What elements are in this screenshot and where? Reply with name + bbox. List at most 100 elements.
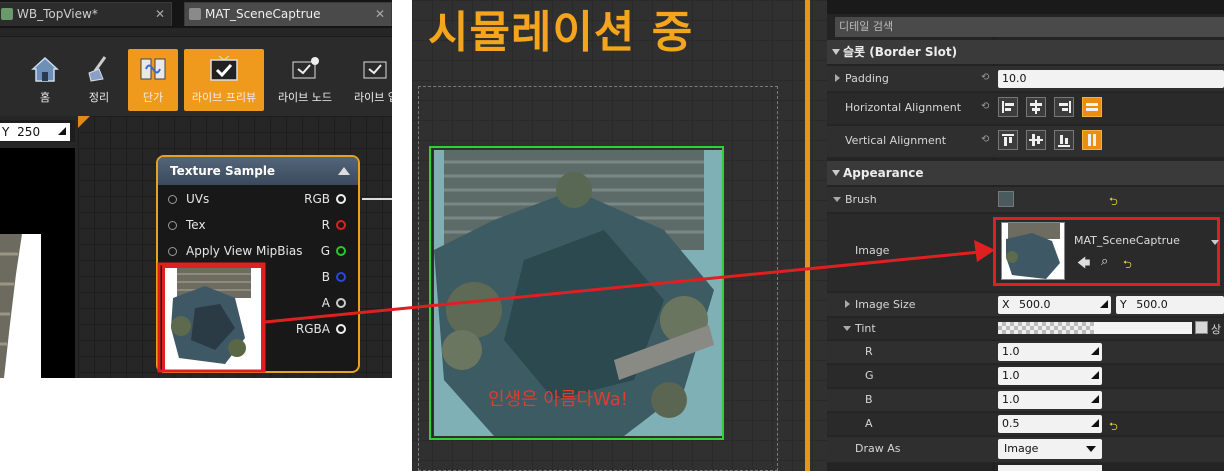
drag-corner-icon bbox=[1091, 371, 1099, 379]
rgb-output-label: RGB bbox=[304, 192, 330, 206]
tint-r-field[interactable]: 1.0 bbox=[998, 343, 1102, 361]
viewport-y-field[interactable]: Y 250 bbox=[0, 123, 70, 141]
g-output-label: G bbox=[320, 244, 330, 258]
padding-row: Padding ⟲ 10.0 bbox=[827, 66, 1224, 92]
tint-row: Tint 상 bbox=[827, 318, 1224, 340]
appearance-category-header[interactable]: Appearance bbox=[827, 161, 1224, 185]
rgba-output-label: RGBA bbox=[295, 322, 330, 336]
texture-sample-node[interactable]: Texture Sample UVs Tex Apply View MipBia… bbox=[156, 155, 360, 373]
uvs-input-pin[interactable] bbox=[168, 195, 177, 204]
close-icon[interactable]: ✕ bbox=[375, 3, 385, 25]
expand-arrow-icon[interactable] bbox=[843, 326, 851, 331]
tv-check-icon bbox=[210, 55, 238, 81]
align-vfill-button[interactable] bbox=[1082, 130, 1102, 150]
uvs-input-label: UVs bbox=[186, 192, 210, 206]
b-output-pin[interactable] bbox=[336, 272, 346, 282]
align-right-button[interactable] bbox=[1054, 97, 1074, 117]
drag-corner-icon bbox=[1100, 300, 1108, 308]
image-row: Image MAT_SceneCaptrue 🡄 ⌕ ⮌ bbox=[827, 214, 1224, 292]
asset-combo-arrow-icon[interactable] bbox=[1211, 240, 1219, 245]
reset-icon[interactable]: ⟲ bbox=[981, 101, 989, 112]
mipbias-input-label: Apply View MipBias bbox=[186, 244, 303, 258]
image-asset-name: MAT_SceneCaptrue bbox=[1074, 234, 1180, 247]
home-button[interactable]: 홈 bbox=[20, 49, 70, 111]
mipbias-input-pin[interactable] bbox=[168, 247, 177, 256]
reset-icon[interactable]: ⟲ bbox=[981, 134, 989, 145]
update-tv-icon bbox=[363, 61, 387, 79]
tab-wb-topview[interactable]: WB_TopView* ✕ bbox=[0, 2, 172, 26]
draw-as-dropdown[interactable]: Image bbox=[998, 439, 1102, 459]
tex-input-pin[interactable] bbox=[168, 221, 177, 230]
a-output-label: A bbox=[321, 296, 330, 310]
resize-corner-icon bbox=[58, 127, 66, 135]
tint-color-bar[interactable] bbox=[1094, 322, 1192, 334]
align-fill-button[interactable] bbox=[1082, 97, 1102, 117]
cleanup-button[interactable]: 정리 bbox=[74, 49, 124, 111]
reset-to-default-icon[interactable]: ⮌ bbox=[1109, 418, 1118, 437]
live-nodes-button[interactable]: 라이브 노드 bbox=[272, 49, 338, 111]
widget-blueprint-icon bbox=[1, 8, 13, 20]
canvas-boundary-bar bbox=[805, 0, 810, 471]
expand-arrow-icon[interactable] bbox=[835, 74, 840, 82]
browse-asset-search-icon[interactable]: ⌕ bbox=[1101, 254, 1108, 269]
close-icon[interactable]: ✕ bbox=[155, 3, 165, 25]
expand-arrow-icon[interactable] bbox=[845, 300, 850, 308]
r-output-pin[interactable] bbox=[336, 220, 346, 230]
tint-a-row: A 0.5 ⮌ bbox=[827, 413, 1224, 436]
details-search-input[interactable]: 디테일 검색 bbox=[835, 17, 1224, 37]
live-preview-button[interactable]: 라이브 프리뷰 bbox=[184, 49, 264, 111]
use-selected-asset-icon[interactable]: 🡄 bbox=[1077, 254, 1090, 276]
reset-to-default-icon[interactable]: ⮌ bbox=[1109, 193, 1118, 212]
live-update-button[interactable]: 라이브 업 bbox=[346, 49, 392, 111]
align-center-button[interactable] bbox=[1026, 97, 1046, 117]
connectors-button[interactable]: 단가 bbox=[128, 49, 178, 111]
tint-color-swatch[interactable] bbox=[998, 322, 1094, 334]
tab-bar: WB_TopView* ✕ MAT_SceneCaptrue ✕ bbox=[0, 0, 392, 28]
tint-a-field[interactable]: 0.5 bbox=[998, 415, 1102, 433]
image-size-x-field[interactable]: X 500.0 bbox=[998, 296, 1111, 314]
reset-icon[interactable]: ⟲ bbox=[981, 72, 989, 83]
tint-checkbox[interactable] bbox=[1195, 321, 1208, 334]
image-size-row: Image Size X 500.0 Y 500.0 bbox=[827, 293, 1224, 317]
g-output-pin[interactable] bbox=[336, 246, 346, 256]
a-output-pin[interactable] bbox=[336, 298, 346, 308]
halign-buttons bbox=[998, 97, 1108, 119]
node-tv-icon bbox=[292, 57, 319, 79]
expand-arrow-icon[interactable] bbox=[833, 197, 841, 202]
tint-b-field[interactable]: 1.0 bbox=[998, 391, 1102, 409]
align-middle-button[interactable] bbox=[1026, 130, 1046, 150]
align-left-button[interactable] bbox=[998, 97, 1018, 117]
padding-field[interactable]: 10.0 bbox=[998, 70, 1224, 88]
details-topbar bbox=[827, 0, 1224, 14]
horizontal-alignment-row: Horizontal Alignment ⟲ bbox=[827, 93, 1224, 125]
tint-b-row: B 1.0 bbox=[827, 389, 1224, 412]
vertical-alignment-row: Vertical Alignment ⟲ bbox=[827, 126, 1224, 158]
align-top-button[interactable] bbox=[998, 130, 1018, 150]
simulating-title: 시뮬레이션 중 bbox=[428, 7, 694, 58]
align-bottom-button[interactable] bbox=[1054, 130, 1074, 150]
r-output-label: R bbox=[321, 218, 330, 232]
drag-corner-icon bbox=[1091, 395, 1099, 403]
tint-r-row: R 1.0 bbox=[827, 341, 1224, 364]
collapse-icon[interactable] bbox=[338, 167, 350, 175]
chevron-down-icon bbox=[1086, 446, 1096, 452]
reset-to-default-icon[interactable]: ⮌ bbox=[1123, 256, 1132, 275]
image-size-y-field[interactable]: Y 500.0 bbox=[1116, 296, 1224, 314]
drag-corner-icon bbox=[1091, 419, 1099, 427]
tab-mat-scenecaptrue[interactable]: MAT_SceneCaptrue ✕ bbox=[184, 2, 392, 26]
image-asset-thumbnail[interactable] bbox=[1001, 222, 1065, 280]
tint-g-row: G 1.0 bbox=[827, 365, 1224, 388]
tint-g-field[interactable]: 1.0 bbox=[998, 367, 1102, 385]
details-panel: 디테일 검색 슬롯 (Border Slot) Padding ⟲ 10.0 H… bbox=[827, 0, 1224, 471]
rgb-output-pin[interactable] bbox=[336, 194, 346, 204]
house-icon bbox=[31, 56, 59, 82]
rgba-output-pin[interactable] bbox=[336, 324, 346, 334]
preview-mesh-edge bbox=[0, 234, 22, 378]
slot-category-header[interactable]: 슬롯 (Border Slot) bbox=[827, 40, 1224, 64]
cable-icon bbox=[140, 58, 166, 80]
node-header[interactable]: Texture Sample bbox=[158, 157, 358, 185]
next-field-partial bbox=[998, 465, 1102, 471]
brush-row: Brush ⮌ bbox=[827, 187, 1224, 213]
graph-corner-marker bbox=[78, 116, 90, 128]
expand-arrow-icon bbox=[832, 49, 840, 55]
